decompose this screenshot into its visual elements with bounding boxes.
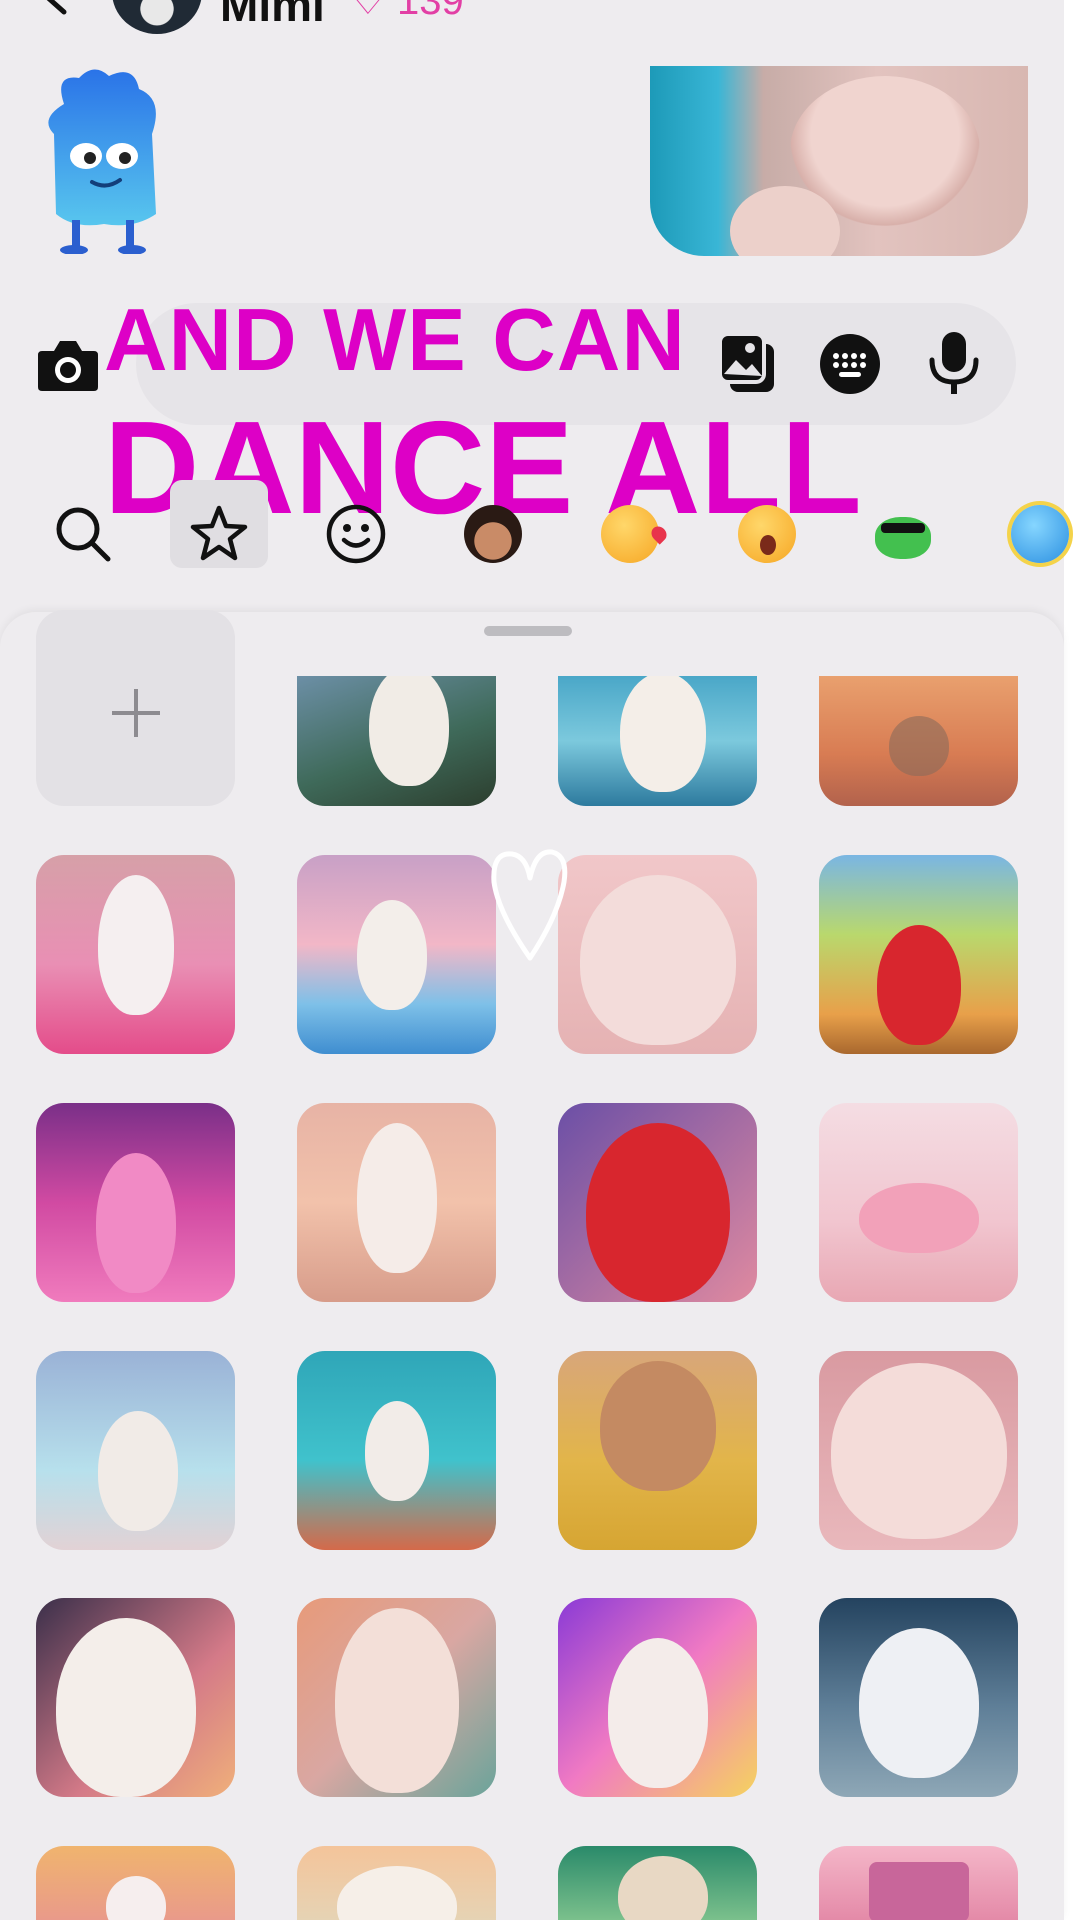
contact-name[interactable]: Mimi [220,0,325,32]
smiley-icon[interactable] [316,494,396,574]
sticker-tile[interactable] [558,1103,757,1302]
create-sticker-button[interactable] [36,610,235,806]
shocked-emoji[interactable] [727,494,807,574]
sticker-tile[interactable] [36,1351,235,1550]
camera-icon[interactable] [36,337,100,393]
sticker-tile[interactable] [819,855,1018,1054]
frog-sticker[interactable] [863,494,943,574]
gallery-icon[interactable] [716,330,778,396]
mascot-sticker[interactable] [34,64,174,254]
back-arrow-icon[interactable] [36,0,76,22]
sent-photo-message[interactable] [650,66,1028,256]
sticker-tile[interactable] [819,1846,1018,1920]
sticker-tile[interactable] [36,1598,235,1797]
sticker-tile[interactable] [558,676,757,806]
open-mouth [760,535,776,555]
streak-badge: ♡ 139 [350,0,464,23]
sticker-tile[interactable] [819,1351,1018,1550]
shocked-emoji-face [738,505,796,563]
sticker-tile[interactable] [36,1846,235,1920]
sticker-tile[interactable] [297,676,496,806]
keyboard-icon[interactable] [819,333,881,395]
frog-face [875,517,931,559]
sticker-tab-bar [0,480,1069,580]
sticker-tile[interactable] [558,1598,757,1797]
sticker-tile[interactable] [819,1103,1018,1302]
heart-doodle [491,849,568,961]
sticker-tile[interactable] [558,1846,757,1920]
kiss-emoji[interactable] [590,494,670,574]
cool-emoji[interactable] [1000,494,1080,574]
sticker-tile[interactable] [297,1103,496,1302]
cool-emoji-face [1011,505,1069,563]
caption-line-1: AND WE CAN [104,290,686,389]
search-icon[interactable] [43,494,123,574]
sticker-tile[interactable] [36,855,235,1054]
sticker-tile[interactable] [297,855,496,1054]
microphone-icon[interactable] [928,330,980,396]
edge-strip [1064,0,1080,1920]
sticker-tile[interactable] [297,1846,496,1920]
contact-avatar[interactable] [112,0,202,34]
sticker-tile[interactable] [819,676,1018,806]
sticker-tile[interactable] [558,1351,757,1550]
sticker-tile[interactable] [819,1598,1018,1797]
kiss-emoji-face [601,505,670,563]
sticker-tile[interactable] [36,1103,235,1302]
sticker-tile[interactable] [558,855,757,1054]
sunglasses [881,523,925,533]
star-icon[interactable] [179,494,259,574]
sticker-tile[interactable] [297,1351,496,1550]
avatar-sticker[interactable] [453,494,533,574]
avatar-face [464,505,522,563]
chat-header: Mimi ♡ 139 [0,0,1064,40]
heart-icon [648,523,670,545]
sticker-tile[interactable] [297,1598,496,1797]
sheet-drag-handle[interactable] [484,626,572,636]
